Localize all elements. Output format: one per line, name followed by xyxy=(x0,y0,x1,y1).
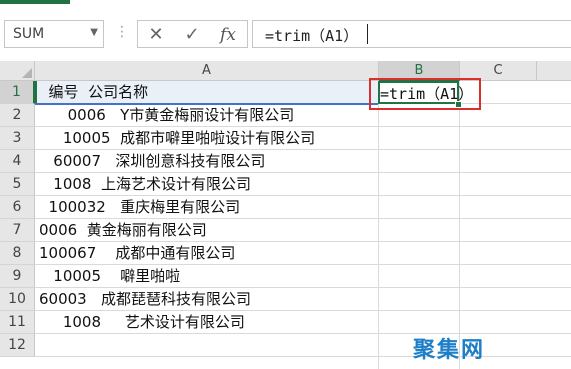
cell-a2[interactable]: 0006 Y市黄金梅丽设计有限公司 xyxy=(39,104,295,127)
cell-a9[interactable]: 10005 噼里啪啦 xyxy=(39,265,180,288)
active-ribbon-tab-indicator xyxy=(0,0,70,4)
row-header-11[interactable]: 11 xyxy=(0,311,35,334)
row-header-10[interactable]: 10 xyxy=(0,288,35,311)
insert-function-button[interactable]: fx xyxy=(216,24,240,46)
row-header-2[interactable]: 2 xyxy=(0,104,35,127)
row-header-12[interactable]: 12 xyxy=(0,334,35,357)
chevron-down-icon[interactable]: ▼ xyxy=(90,27,98,38)
spreadsheet-grid: A B C 1 2 3 4 5 6 7 8 9 10 11 12 编号 公司名称… xyxy=(0,61,571,369)
ribbon-strip xyxy=(0,0,571,18)
cell-a6[interactable]: 100032 重庆梅里有限公司 xyxy=(39,196,241,219)
name-box[interactable]: SUM ▼ xyxy=(4,20,104,48)
close-icon[interactable]: ✕ xyxy=(144,24,168,46)
column-header-a[interactable]: A xyxy=(35,61,379,81)
cell-a10[interactable]: 60003 成都琵琶科技有限公司 xyxy=(39,288,251,311)
column-header-d[interactable] xyxy=(537,61,571,81)
row-header-6[interactable]: 6 xyxy=(0,196,35,219)
row-header-9[interactable]: 9 xyxy=(0,265,35,288)
select-all-button[interactable] xyxy=(0,61,35,81)
formula-input[interactable]: =trim（A1） xyxy=(252,20,571,48)
cell-a8[interactable]: 100067 成都中通有限公司 xyxy=(39,242,235,265)
cell-a1[interactable]: 编号 公司名称 xyxy=(39,81,149,104)
cell-a11[interactable]: 1008 艺术设计有限公司 xyxy=(39,311,245,334)
cell-a4[interactable]: 60007 深圳创意科技有限公司 xyxy=(39,150,265,173)
check-icon[interactable]: ✓ xyxy=(180,24,204,46)
drag-handle-icon[interactable]: ⋮ xyxy=(115,25,129,39)
watermark-logo: 聚集网 xyxy=(412,338,485,363)
cell-a7[interactable]: 0006 黄金梅丽有限公司 xyxy=(39,219,207,242)
highlight-box xyxy=(369,78,481,110)
formula-row: SUM ▼ ⋮ ✕ ✓ fx =trim（A1） xyxy=(0,18,571,54)
cell-a5[interactable]: 1008 上海艺术设计有限公司 xyxy=(39,173,251,196)
row-header-5[interactable]: 5 xyxy=(0,173,35,196)
formula-buttons: ✕ ✓ fx xyxy=(137,20,248,48)
formula-text: =trim（A1） xyxy=(265,27,359,45)
fill-handle[interactable] xyxy=(455,101,462,108)
row-header-3[interactable]: 3 xyxy=(0,127,35,150)
cell-a3[interactable]: 10005 成都市噼里啪啦设计有限公司 xyxy=(39,127,315,150)
row-header-4[interactable]: 4 xyxy=(0,150,35,173)
cell-a1-left-border xyxy=(35,81,37,104)
row-header-1[interactable]: 1 xyxy=(0,81,35,104)
row-header-7[interactable]: 7 xyxy=(0,219,35,242)
text-caret xyxy=(367,24,368,44)
row-header-8[interactable]: 8 xyxy=(0,242,35,265)
name-box-value: SUM xyxy=(13,26,45,42)
